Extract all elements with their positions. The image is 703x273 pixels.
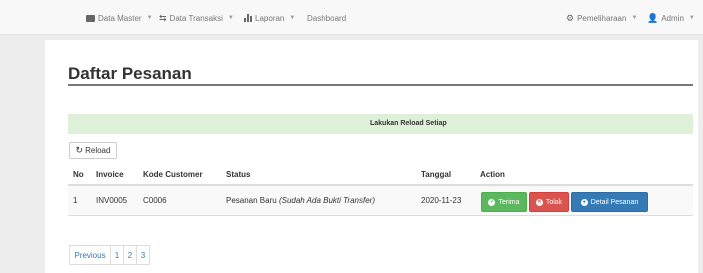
folder-icon [86,14,95,22]
bar-chart-icon [244,14,252,22]
cell-status: Pesanan Baru (Sudah Ada Bukti Transfer) [226,196,375,205]
tolak-button-label: Tolak [545,198,563,206]
status-text: Pesanan Baru [226,196,277,205]
cell-no: 1 [73,196,78,205]
status-note: (Sudah Ada Bukti Transfer) [278,196,375,205]
terima-button-label: Terima [498,198,520,206]
cell-tanggal: 2020-11-23 [421,196,462,205]
column-header-invoice: Invoice [96,170,124,179]
user-icon: 👤 [647,12,659,23]
caret-down-icon: ▼ [631,15,638,21]
reload-button[interactable]: ↻ Reload [69,142,117,159]
detail-pesanan-button-label: Detail Pesanan [590,198,639,206]
reload-notice-text: Lakukan Reload Setiap [370,120,447,127]
nav-admin[interactable]: 👤 Admin ▼ [647,12,695,24]
nav-pemeliharaan[interactable]: ⚙ Pemeliharaan ▼ [566,12,637,24]
nav-admin-label: Admin [661,13,684,23]
check-circle-icon: ✓ [488,198,496,206]
pagination-previous[interactable]: Previous [69,245,111,265]
detail-pesanan-button[interactable]: ● Detail Pesanan [571,192,648,212]
cell-kode-customer: C0006 [143,196,167,205]
column-header-no: No [73,170,84,179]
refresh-icon: ↻ [75,145,84,155]
tolak-button[interactable]: ✕ Tolak [529,192,569,212]
nav-dashboard-label: Dashboard [307,13,347,23]
pagination-page-1[interactable]: 1 [110,245,124,265]
pagination: Previous 1 2 3 [69,245,150,265]
nav-pemeliharaan-label: Pemeliharaan [577,13,627,23]
nav-dashboard[interactable]: Dashboard [307,12,346,24]
nav-data-transaksi[interactable]: ⇆ Data Transaksi ▼ [159,12,234,24]
page-title: Daftar Pesanan [68,64,192,83]
times-circle-icon: ✕ [535,198,543,206]
pagination-page-3[interactable]: 3 [136,245,150,265]
caret-down-icon: ▼ [289,15,296,21]
column-header-kode-customer: Kode Customer [143,170,203,179]
top-navbar: Data Master ▼ ⇆ Data Transaksi ▼ Laporan… [0,0,703,35]
column-header-status: Status [226,170,251,179]
caret-down-icon: ▼ [688,15,695,21]
caret-down-icon: ▼ [227,15,234,21]
gear-icon: ⚙ [566,12,575,23]
pagination-page-2[interactable]: 2 [123,245,137,265]
column-header-action: Action [480,170,505,179]
nav-data-master[interactable]: Data Master ▼ [86,12,153,24]
caret-down-icon: ▼ [146,15,153,21]
nav-data-master-label: Data Master [98,13,142,23]
eye-icon: ● [580,198,588,206]
cell-invoice: INV0005 [96,196,128,205]
nav-laporan[interactable]: Laporan ▼ [244,12,295,24]
retweet-icon: ⇆ [159,12,167,23]
nav-laporan-label: Laporan [255,13,285,23]
nav-data-transaksi-label: Data Transaksi [169,13,223,23]
reload-button-label: Reload [85,146,111,155]
terima-button[interactable]: ✓ Terima [481,192,527,212]
column-header-tanggal: Tanggal [421,170,452,179]
title-divider [68,84,693,86]
